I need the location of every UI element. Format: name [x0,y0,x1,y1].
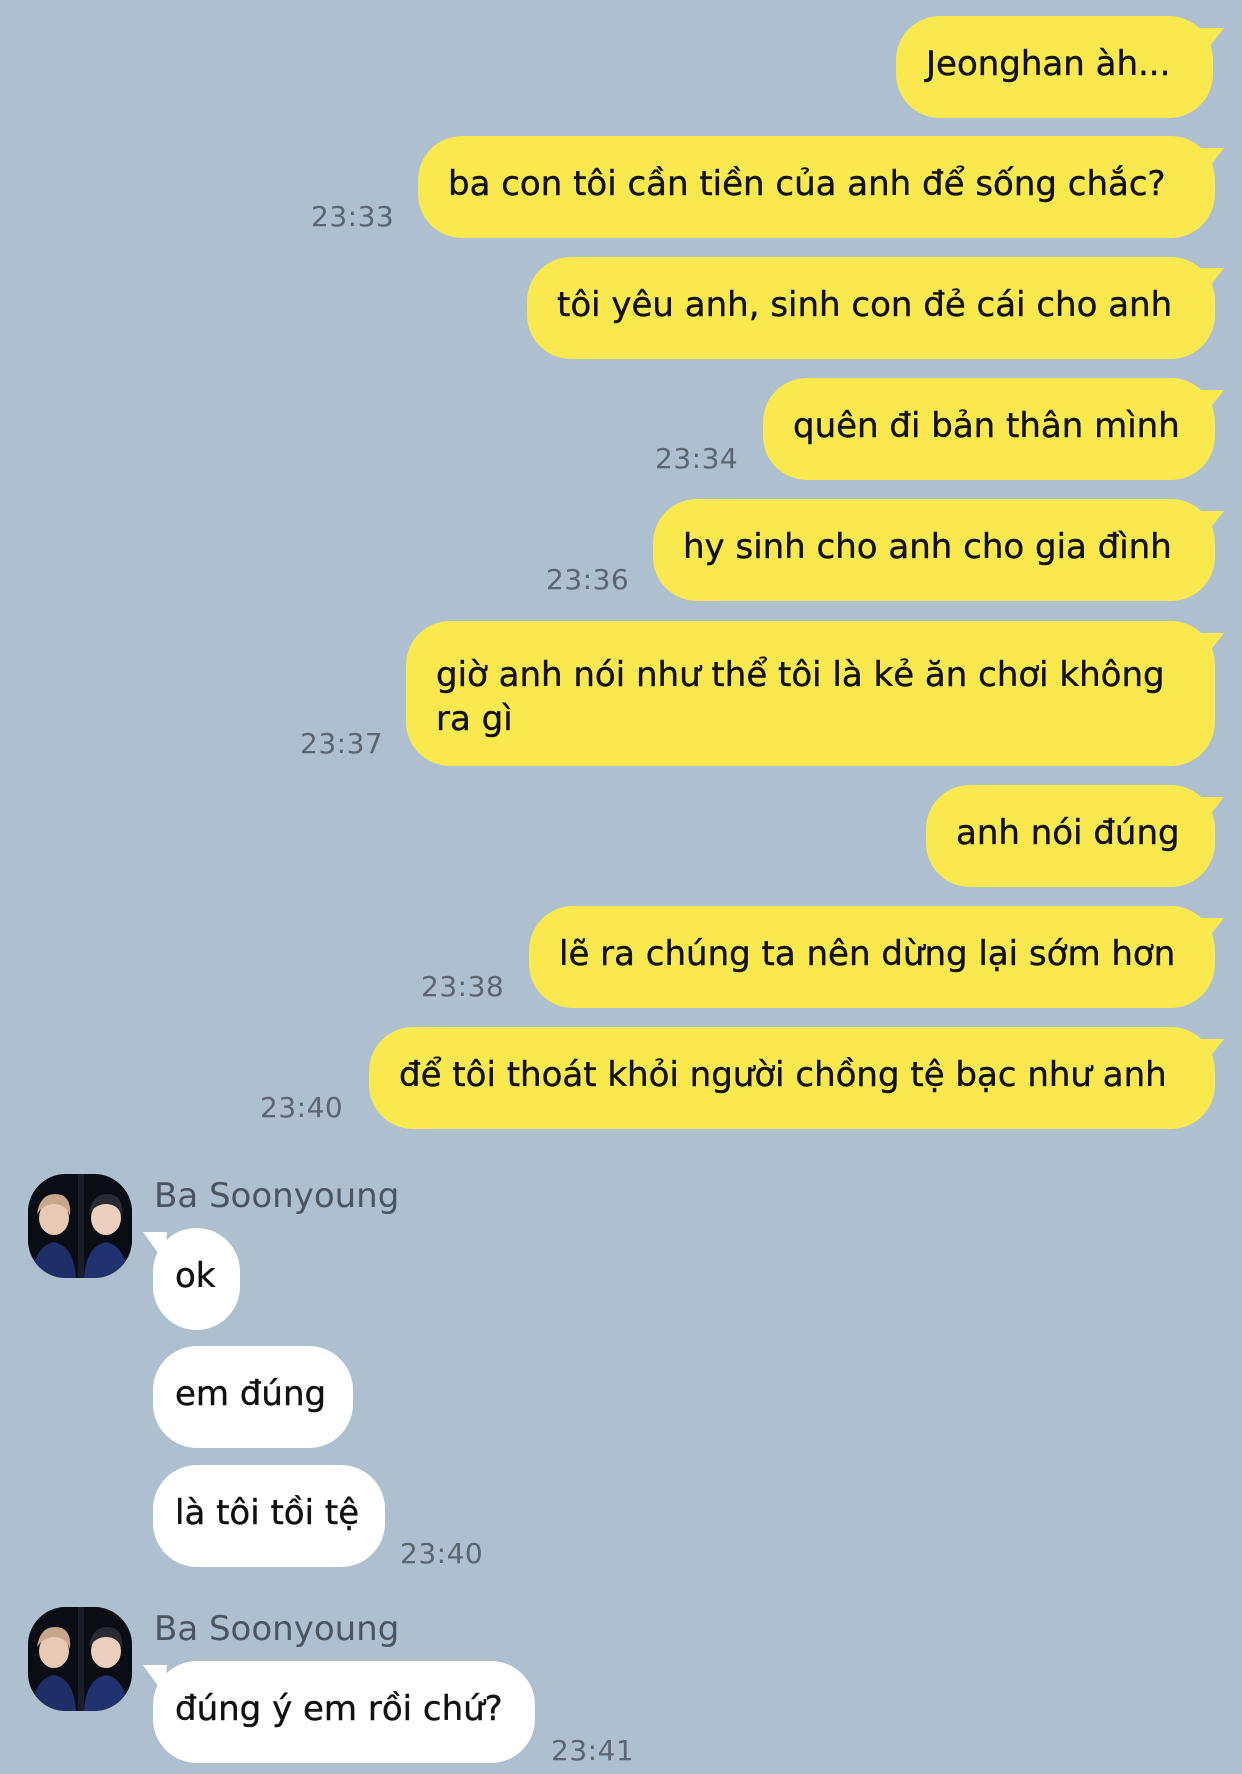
message-timestamp: 23:38 [421,970,505,1003]
incoming-message[interactable]: là tôi tồi tệ [153,1465,385,1567]
profile-photo-icon [28,1607,132,1711]
message-timestamp: 23:33 [311,200,395,233]
message-text: hy sinh cho anh cho gia đình [683,527,1172,567]
message-text: giờ anh nói như thể tôi là kẻ ăn chơi kh… [436,655,1165,739]
message-text: ba con tôi cần tiền của anh để sống chắc… [448,164,1166,204]
message-text: tôi yêu anh, sinh con đẻ cái cho anh [557,285,1173,325]
outgoing-message[interactable]: tôi yêu anh, sinh con đẻ cái cho anh [527,257,1215,359]
message-timestamp: 23:40 [400,1537,484,1570]
outgoing-message[interactable]: giờ anh nói như thể tôi là kẻ ăn chơi kh… [406,621,1215,766]
incoming-message[interactable]: đúng ý em rồi chứ? [153,1661,535,1763]
message-timestamp: 23:36 [546,563,630,596]
outgoing-message[interactable]: để tôi thoát khỏi người chồng tệ bạc như… [369,1027,1215,1129]
incoming-message[interactable]: em đúng [153,1346,353,1448]
sender-name: Ba Soonyoung [154,1176,400,1216]
avatar[interactable] [28,1174,132,1278]
message-text: đúng ý em rồi chứ? [175,1689,503,1729]
message-text: anh nói đúng [956,813,1180,853]
avatar[interactable] [28,1607,132,1711]
sender-name: Ba Soonyoung [154,1609,400,1649]
message-timestamp: 23:40 [260,1091,344,1124]
message-timestamp: 23:34 [655,442,739,475]
message-text: Jeonghan àh... [926,44,1171,84]
profile-photo-icon [28,1174,132,1278]
outgoing-message[interactable]: Jeonghan àh... [896,16,1213,118]
outgoing-message[interactable]: quên đi bản thân mình [763,378,1215,480]
outgoing-message[interactable]: hy sinh cho anh cho gia đình [653,499,1215,601]
message-text: là tôi tồi tệ [175,1493,360,1533]
outgoing-message[interactable]: anh nói đúng [926,785,1215,887]
message-text: ok [175,1256,216,1296]
message-text: lẽ ra chúng ta nên dừng lại sớm hơn [559,934,1176,974]
message-text: để tôi thoát khỏi người chồng tệ bạc như… [399,1055,1167,1095]
message-text: quên đi bản thân mình [793,406,1180,446]
message-timestamp: 23:41 [551,1734,635,1767]
message-timestamp: 23:37 [300,727,384,760]
chat-thread[interactable]: Jeonghan àh... ba con tôi cần tiền của a… [0,0,1242,1774]
outgoing-message[interactable]: lẽ ra chúng ta nên dừng lại sớm hơn [529,906,1215,1008]
outgoing-message[interactable]: ba con tôi cần tiền của anh để sống chắc… [418,136,1215,238]
message-text: em đúng [175,1374,327,1414]
